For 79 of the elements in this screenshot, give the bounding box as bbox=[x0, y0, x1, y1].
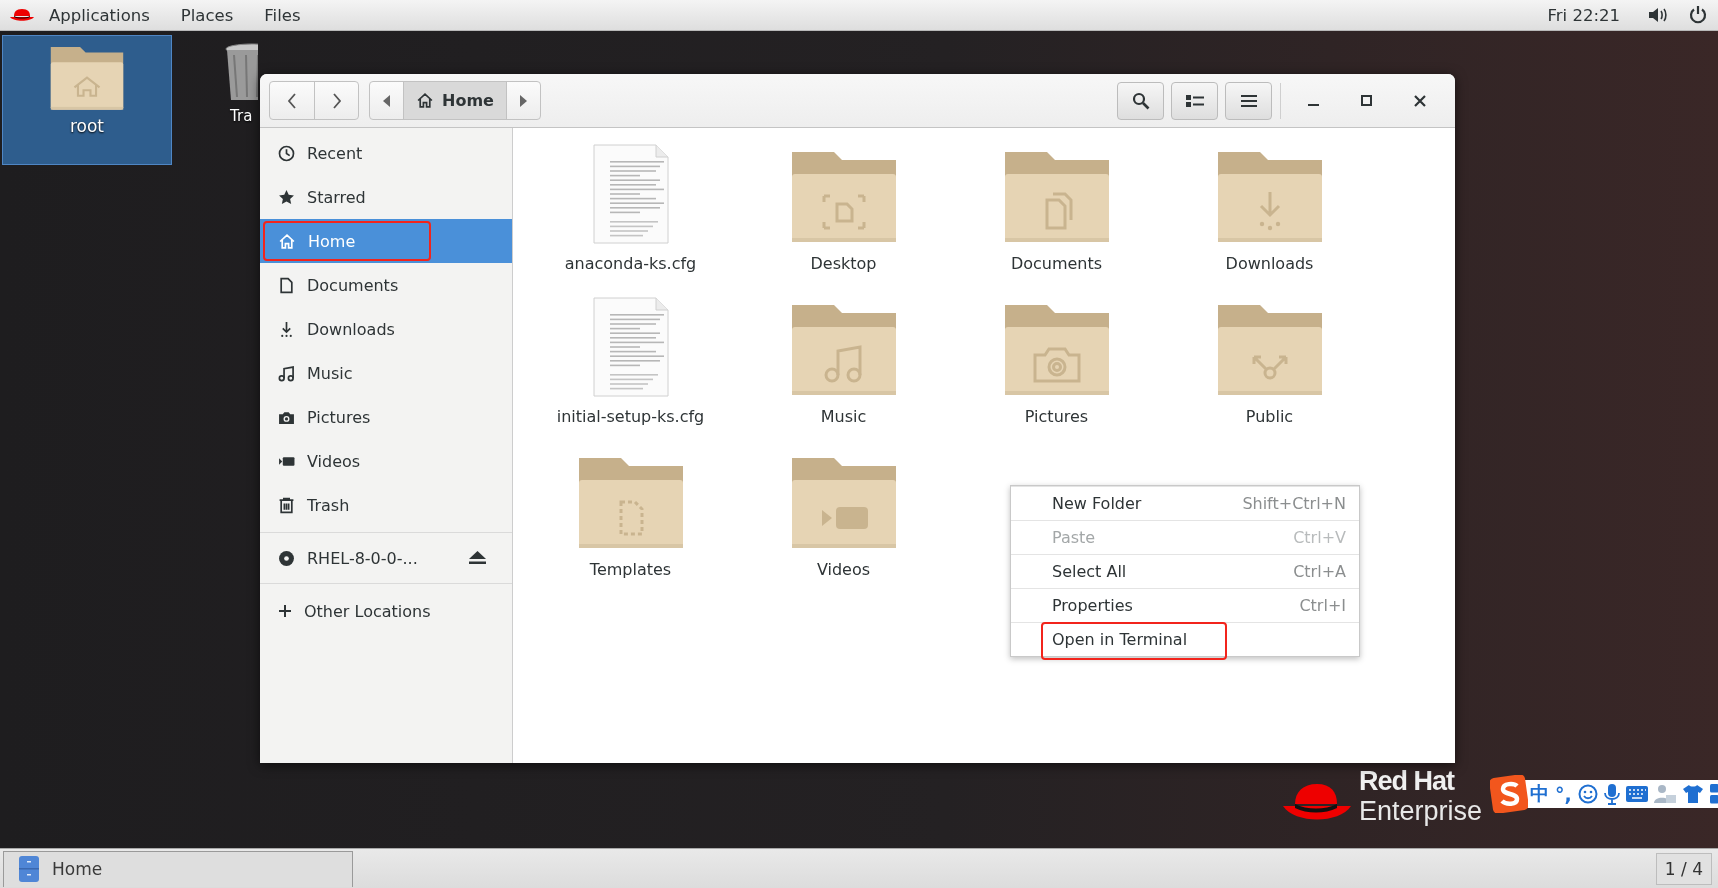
file-name[interactable]: anaconda-ks.cfg bbox=[564, 254, 697, 273]
eject-icon bbox=[469, 551, 486, 565]
file-name[interactable]: Videos bbox=[816, 560, 871, 579]
shortcut-label: Ctrl+I bbox=[1299, 596, 1346, 615]
download-icon bbox=[278, 320, 295, 338]
close-icon bbox=[1413, 94, 1426, 107]
shortcut-label: Ctrl+A bbox=[1293, 562, 1346, 581]
search-button[interactable] bbox=[1117, 81, 1164, 120]
music-note-icon bbox=[278, 364, 295, 382]
hat-logo-icon bbox=[1283, 782, 1351, 822]
smiley-icon bbox=[1577, 784, 1598, 804]
clock-icon bbox=[278, 144, 295, 162]
trash-icon bbox=[278, 496, 295, 514]
chevron-left-icon bbox=[286, 91, 298, 110]
plus-icon bbox=[278, 604, 292, 618]
volume-icon bbox=[1648, 6, 1668, 24]
clock[interactable]: Fri 22:21 bbox=[1547, 5, 1620, 25]
eject-button[interactable] bbox=[469, 551, 486, 565]
maximize-icon bbox=[1361, 95, 1372, 106]
file-cabinet-icon bbox=[18, 855, 40, 883]
list-view-icon bbox=[1185, 93, 1204, 108]
person-icon bbox=[1653, 784, 1676, 804]
sidebar-item[interactable]: Trash bbox=[260, 483, 512, 527]
sidebar-item[interactable]: Recent bbox=[260, 131, 512, 175]
disc-icon bbox=[278, 549, 295, 567]
desktop-icon[interactable]: root bbox=[2, 35, 172, 165]
icon-label: root bbox=[69, 116, 105, 136]
sidebar-item[interactable]: Music bbox=[260, 351, 512, 395]
sidebar-item[interactable]: Other Locations bbox=[260, 589, 512, 633]
punctuation-toggle[interactable]: °, bbox=[1555, 783, 1572, 805]
power-icon bbox=[1688, 5, 1708, 25]
menu-item[interactable]: Properties Ctrl+I bbox=[1011, 588, 1359, 622]
shortcut-label: Ctrl+V bbox=[1293, 528, 1346, 547]
menu-item[interactable]: Select All Ctrl+A bbox=[1011, 554, 1359, 588]
file-name[interactable]: initial-setup-ks.cfg bbox=[556, 407, 705, 426]
sidebar-item[interactable]: Documents bbox=[260, 263, 512, 307]
microphone-icon bbox=[1603, 783, 1620, 805]
shortcut-label: Shift+Ctrl+N bbox=[1242, 494, 1346, 513]
logo-title: Red Hat bbox=[1359, 768, 1456, 795]
triangle-right-icon bbox=[519, 94, 528, 107]
hat-logo-icon bbox=[10, 8, 34, 22]
file-name[interactable]: Public bbox=[1245, 407, 1294, 426]
sidebar-item[interactable]: Downloads bbox=[260, 307, 512, 351]
trash-bin-icon bbox=[224, 43, 258, 103]
file-name[interactable]: Templates bbox=[589, 560, 672, 579]
file-name[interactable]: Downloads bbox=[1225, 254, 1314, 273]
menu-item[interactable]: Open in Terminal bbox=[1011, 622, 1359, 656]
menu-button[interactable] bbox=[1225, 81, 1272, 120]
file-name[interactable]: Pictures bbox=[1024, 407, 1089, 426]
shirt-icon bbox=[1681, 784, 1704, 804]
house-icon bbox=[416, 92, 434, 109]
menu-icon bbox=[1240, 93, 1257, 108]
file-name[interactable]: Desktop bbox=[810, 254, 877, 273]
home-folder-icon bbox=[48, 44, 126, 112]
triangle-left-icon bbox=[382, 94, 391, 107]
menu-item[interactable]: Places bbox=[167, 5, 247, 25]
file-name[interactable]: Music bbox=[820, 407, 867, 426]
star-icon bbox=[278, 188, 295, 206]
search-icon bbox=[1131, 91, 1150, 110]
taskbar-button[interactable]: Home bbox=[3, 850, 353, 887]
workspace-indicator[interactable]: 1 / 4 bbox=[1655, 852, 1712, 885]
house-icon bbox=[278, 232, 296, 250]
list-view-button[interactable] bbox=[1171, 81, 1218, 120]
keyboard-icon bbox=[1625, 786, 1648, 802]
file-name[interactable]: Documents bbox=[1010, 254, 1103, 273]
sidebar-item[interactable]: Starred bbox=[260, 175, 512, 219]
document-icon bbox=[278, 276, 295, 294]
chevron-right-icon bbox=[330, 91, 343, 110]
minimize-icon bbox=[1308, 104, 1319, 106]
menu-item[interactable]: Applications bbox=[36, 5, 163, 25]
menu-item[interactable]: Files bbox=[251, 5, 314, 25]
input-mode-toggle[interactable]: 中 bbox=[1530, 781, 1549, 807]
sidebar-item[interactable]: RHEL-8-0-0-... bbox=[260, 538, 512, 578]
icon-label: Tra bbox=[230, 107, 253, 125]
menu-item[interactable]: New Folder Shift+Ctrl+N bbox=[1011, 486, 1359, 520]
logo-subtitle: Enterprise bbox=[1359, 798, 1483, 825]
sidebar-item[interactable]: Videos bbox=[260, 439, 512, 483]
path-button[interactable]: Home bbox=[403, 82, 507, 119]
sidebar-item[interactable]: Pictures bbox=[260, 395, 512, 439]
